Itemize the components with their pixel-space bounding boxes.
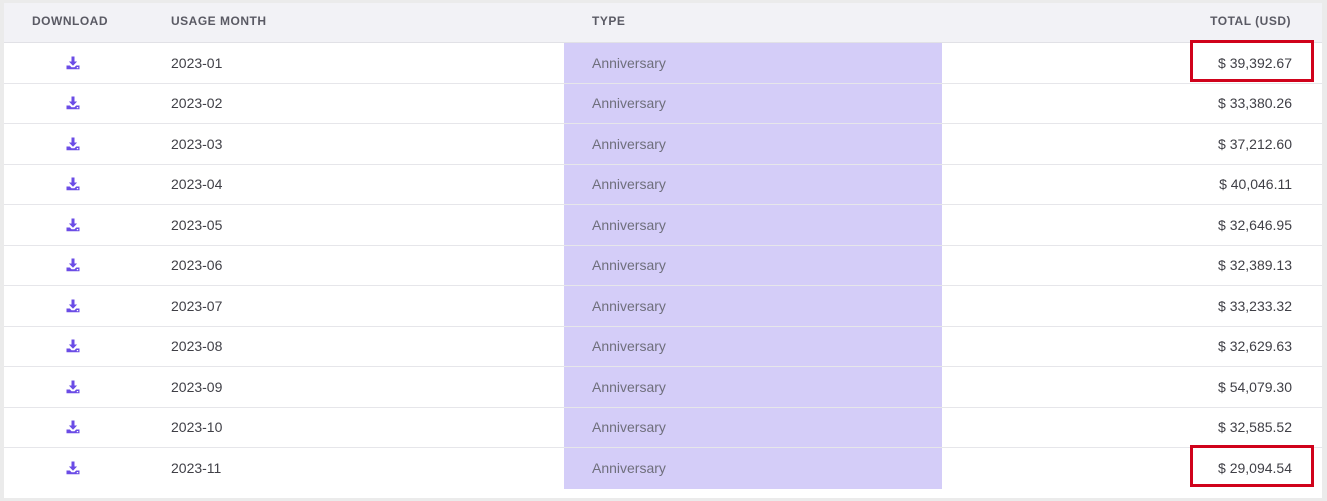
- download-icon: [65, 379, 81, 395]
- usage-month-cell: 2023-01: [171, 54, 223, 71]
- total-cell: $ 33,380.26: [1218, 95, 1292, 112]
- table-row: 2023-10 Anniversary $ 32,585.52: [4, 407, 1322, 448]
- download-button[interactable]: [4, 448, 142, 489]
- usage-month-cell: 2023-07: [171, 297, 223, 314]
- total-cell: $ 32,629.63: [1218, 338, 1292, 355]
- download-icon: [65, 95, 81, 111]
- total-cell: $ 32,646.95: [1218, 216, 1292, 233]
- usage-month-cell: 2023-10: [171, 419, 223, 436]
- total-cell: $ 39,392.67: [1218, 54, 1292, 71]
- download-button[interactable]: [4, 246, 142, 286]
- invoice-table: DOWNLOAD USAGE MONTH TYPE TOTAL (USD) 20…: [4, 3, 1322, 498]
- download-button[interactable]: [4, 408, 142, 448]
- total-cell: $ 32,389.13: [1218, 257, 1292, 274]
- download-button[interactable]: [4, 327, 142, 367]
- type-cell: Anniversary: [564, 164, 942, 204]
- type-cell: Anniversary: [564, 367, 942, 407]
- download-button[interactable]: [4, 165, 142, 205]
- column-header-usage-month: USAGE MONTH: [171, 14, 267, 28]
- total-cell: $ 54,079.30: [1218, 378, 1292, 395]
- usage-month-cell: 2023-08: [171, 338, 223, 355]
- download-button[interactable]: [4, 286, 142, 326]
- usage-month-cell: 2023-09: [171, 378, 223, 395]
- table-row: 2023-06 Anniversary $ 32,389.13: [4, 245, 1322, 286]
- usage-month-cell: 2023-04: [171, 176, 223, 193]
- type-cell: Anniversary: [564, 326, 942, 366]
- total-cell: $ 33,233.32: [1218, 297, 1292, 314]
- table-row: 2023-07 Anniversary $ 33,233.32: [4, 286, 1322, 327]
- total-cell: $ 40,046.11: [1219, 176, 1292, 193]
- download-button[interactable]: [4, 43, 142, 83]
- usage-month-cell: 2023-03: [171, 135, 223, 152]
- type-cell: Anniversary: [564, 448, 942, 489]
- table-row: 2023-09 Anniversary $ 54,079.30: [4, 367, 1322, 408]
- type-cell: Anniversary: [564, 43, 942, 83]
- column-header-total: TOTAL (USD): [1210, 14, 1291, 28]
- type-cell: Anniversary: [564, 205, 942, 245]
- table-row: 2023-02 Anniversary $ 33,380.26: [4, 83, 1322, 124]
- usage-month-cell: 2023-05: [171, 216, 223, 233]
- download-button[interactable]: [4, 84, 142, 124]
- table-row: 2023-11 Anniversary $ 29,094.54: [4, 448, 1322, 489]
- total-cell: $ 37,212.60: [1218, 135, 1292, 152]
- download-icon: [65, 176, 81, 192]
- usage-month-cell: 2023-02: [171, 95, 223, 112]
- type-cell: Anniversary: [564, 286, 942, 326]
- usage-month-cell: 2023-11: [171, 460, 222, 477]
- total-cell: $ 32,585.52: [1218, 419, 1292, 436]
- download-button[interactable]: [4, 367, 142, 407]
- download-icon: [65, 338, 81, 354]
- type-cell: Anniversary: [564, 83, 942, 123]
- table-body: 2023-01 Anniversary $ 39,392.67 2023-02 Anni…: [4, 43, 1322, 489]
- download-icon: [65, 136, 81, 152]
- total-cell: $ 29,094.54: [1218, 460, 1292, 477]
- download-button[interactable]: [4, 124, 142, 164]
- table-row: 2023-01 Anniversary $ 39,392.67: [4, 43, 1322, 84]
- download-icon: [65, 55, 81, 71]
- table-row: 2023-04 Anniversary $ 40,046.11: [4, 164, 1322, 205]
- table-row: 2023-08 Anniversary $ 32,629.63: [4, 326, 1322, 367]
- type-cell: Anniversary: [564, 124, 942, 164]
- usage-month-cell: 2023-06: [171, 257, 223, 274]
- table-row: 2023-03 Anniversary $ 37,212.60: [4, 124, 1322, 165]
- download-icon: [65, 419, 81, 435]
- table-row: 2023-05 Anniversary $ 32,646.95: [4, 205, 1322, 246]
- column-header-download: DOWNLOAD: [32, 14, 108, 28]
- column-header-type: TYPE: [592, 14, 626, 28]
- type-cell: Anniversary: [564, 407, 942, 447]
- download-icon: [65, 257, 81, 273]
- table-header: DOWNLOAD USAGE MONTH TYPE TOTAL (USD): [4, 3, 1322, 43]
- type-cell: Anniversary: [564, 245, 942, 285]
- download-icon: [65, 217, 81, 233]
- download-button[interactable]: [4, 205, 142, 245]
- download-icon: [65, 298, 81, 314]
- download-icon: [65, 460, 81, 476]
